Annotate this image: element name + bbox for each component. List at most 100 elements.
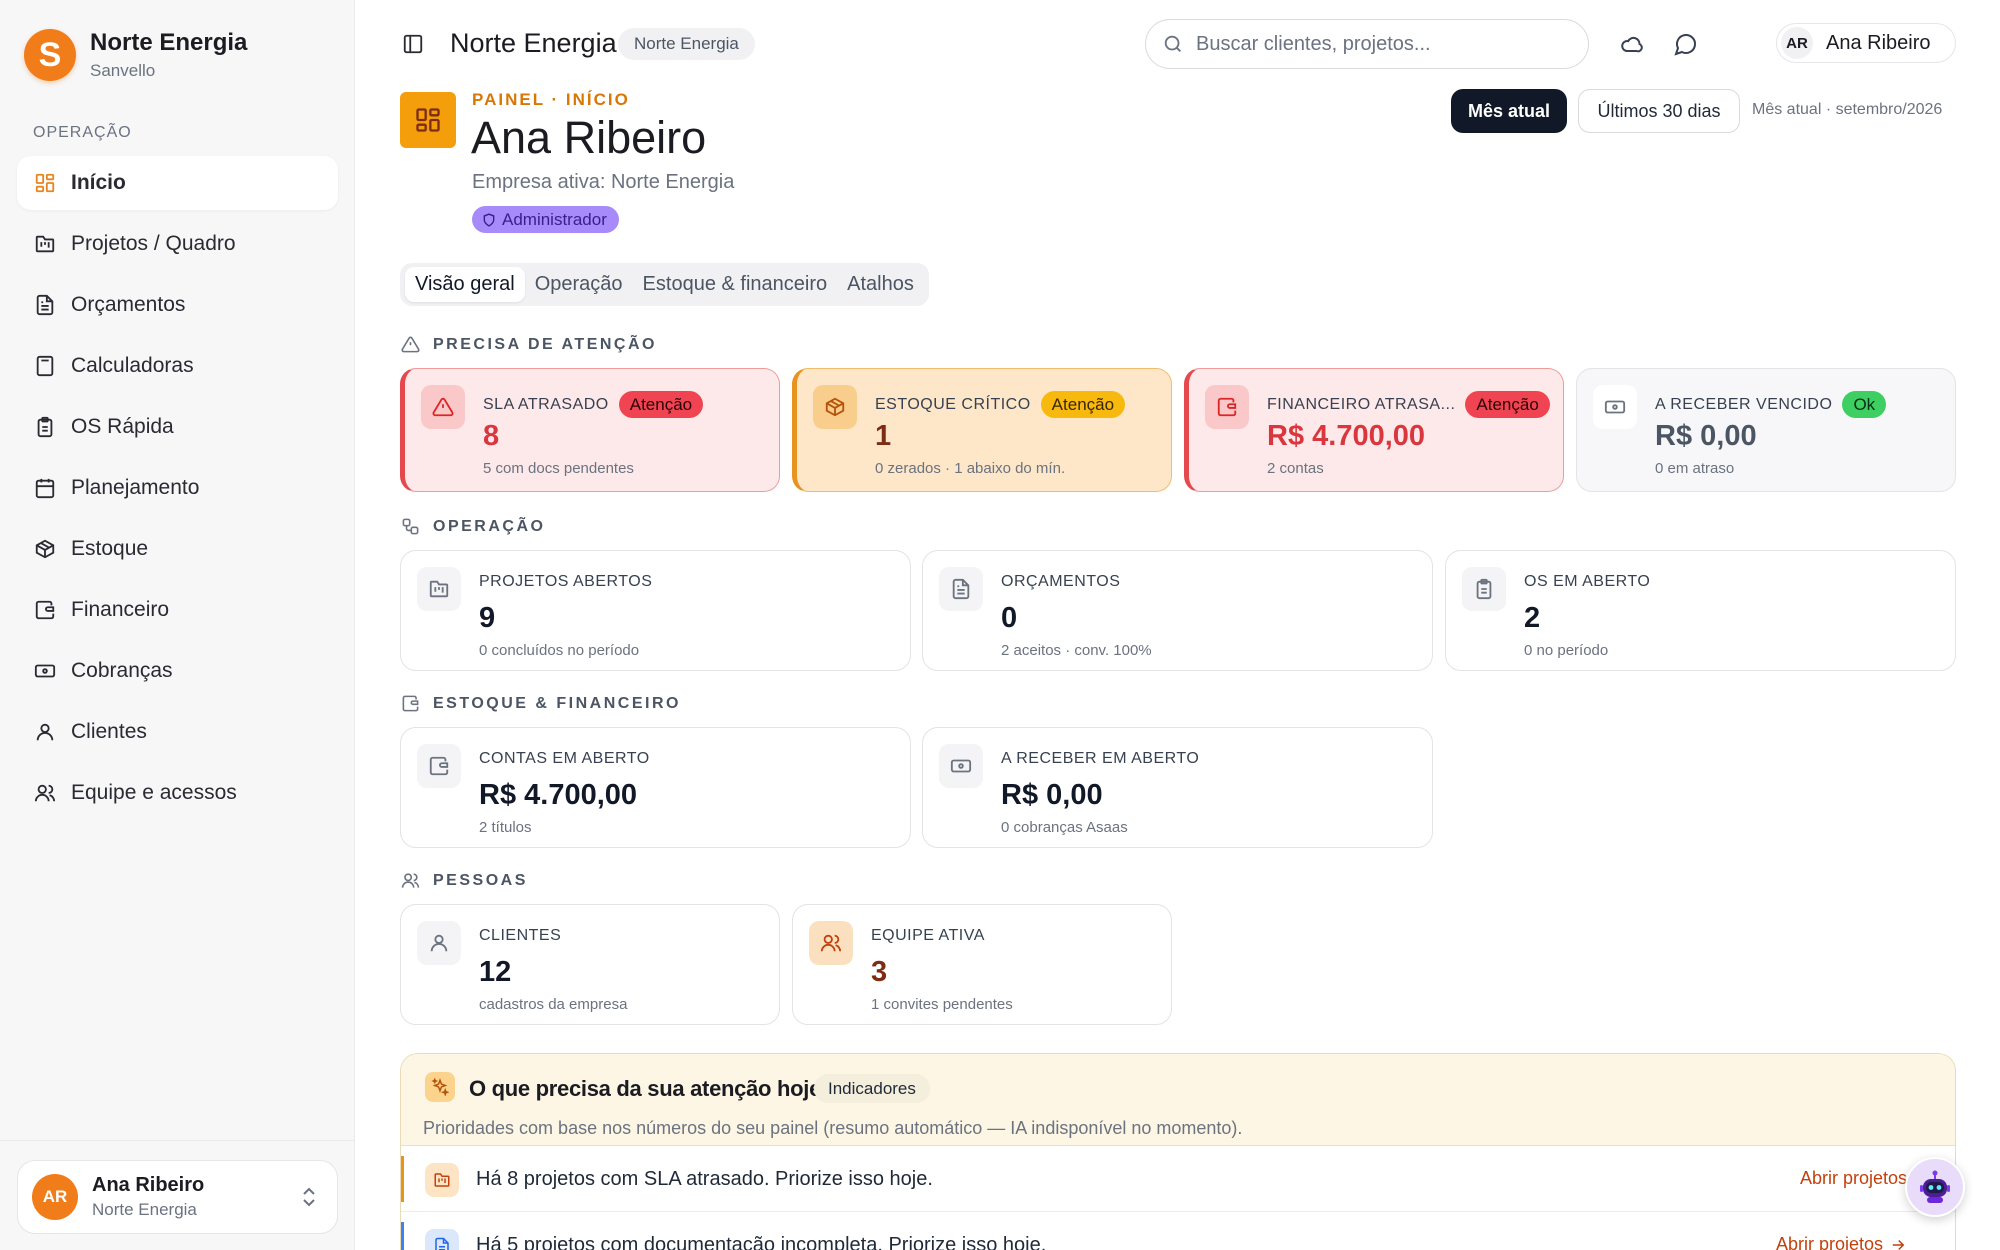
section-title-label: PESSOAS — [433, 871, 528, 889]
kpi-title: OS EM ABERTO — [1524, 573, 1651, 590]
kpi-card-equipe-ativa[interactable]: EQUIPE ATIVA 3 1 convites pendentes — [792, 904, 1172, 1025]
kpi-value: R$ 0,00 — [1655, 420, 1757, 452]
kpi-card-projetos-abertos[interactable]: PROJETOS ABERTOS 9 0 concluídos no perío… — [400, 550, 911, 671]
kpi-subtext: 2 aceitos · conv. 100% — [1001, 642, 1152, 659]
active-company-text: Empresa ativa: Norte Energia — [472, 171, 735, 193]
chat-icon[interactable] — [1674, 32, 1698, 56]
kpi-title: SLA ATRASADO Atenção — [483, 391, 704, 418]
kpi-title: CLIENTES — [479, 927, 562, 944]
kpi-title: A RECEBER VENCIDO Ok — [1655, 391, 1887, 418]
kpi-subtext: 5 com docs pendentes — [483, 460, 634, 477]
tab-estoque-financeiro[interactable]: Estoque & financeiro — [633, 267, 838, 302]
kpi-card-sla-atrasado[interactable]: SLA ATRASADO Atenção 8 5 com docs pendent… — [400, 368, 780, 492]
open-projects-link[interactable]: Abrir projetos — [1776, 1234, 1907, 1250]
sidebar-item-cobrancas[interactable]: Cobranças — [17, 644, 338, 698]
grid-icon — [35, 173, 55, 193]
kpi-value: 8 — [483, 420, 500, 452]
kpi-title-label: ESTOQUE CRÍTICO — [875, 395, 1031, 413]
warning-triangle-icon — [401, 336, 420, 353]
kpi-card-estoque-critico[interactable]: ESTOQUE CRÍTICO Atenção 1 0 zerados · 1 a… — [792, 368, 1172, 492]
sidebar-item-inicio[interactable]: Início — [17, 156, 338, 210]
sidebar-item-calculadoras[interactable]: Calculadoras — [17, 339, 338, 393]
sidebar-item-os-rapida[interactable]: OS Rápida — [17, 400, 338, 454]
sidebar-item-planejamento[interactable]: Planejamento — [17, 461, 338, 515]
folder-kanban-icon — [425, 1163, 459, 1197]
status-badge: Atenção — [1465, 391, 1550, 418]
kpi-value: 12 — [479, 956, 512, 988]
kpi-card-os-em-aberto[interactable]: OS EM ABERTO 2 0 no período — [1445, 550, 1956, 671]
wallet-icon — [417, 744, 461, 788]
kpi-card-contas-em-aberto[interactable]: CONTAS EM ABERTO R$ 4.700,00 2 títulos — [400, 727, 911, 848]
topbar-user-button[interactable]: AR Ana Ribeiro — [1776, 23, 1956, 63]
status-badge: Atenção — [1040, 391, 1126, 418]
period-last-30-days-button[interactable]: Últimos 30 dias — [1578, 89, 1740, 133]
topbar-title: Norte Energia — [450, 28, 617, 58]
user-menu-button[interactable]: AR Ana Ribeiro Norte Energia — [17, 1160, 338, 1234]
section-title-finance: ESTOQUE & FINANCEIRO — [401, 694, 681, 713]
clipboard-icon — [37, 416, 53, 438]
avatar: AR — [32, 1174, 78, 1220]
attention-item: Há 5 projetos com documentação incomplet… — [401, 1212, 1955, 1250]
tab-operacao[interactable]: Operação — [525, 267, 633, 302]
sidebar-item-label: Planejamento — [71, 476, 200, 499]
sidebar-item-projetos[interactable]: Projetos / Quadro — [17, 217, 338, 271]
kpi-card-clientes[interactable]: CLIENTES 12 cadastros da empresa — [400, 904, 780, 1025]
kpi-value: 1 — [875, 420, 892, 452]
banknote-icon — [939, 744, 983, 788]
breadcrumb: PAINEL · INÍCIO — [472, 90, 630, 109]
kpi-title: A RECEBER EM ABERTO — [1001, 750, 1200, 767]
sidebar-item-equipe[interactable]: Equipe e acessos — [17, 766, 338, 820]
kpi-value: 3 — [871, 956, 888, 988]
attention-panel: O que precisa da sua atenção hoje? Indic… — [400, 1053, 1956, 1250]
tab-visao-geral[interactable]: Visão geral — [405, 267, 525, 302]
sidebar-item-estoque[interactable]: Estoque — [17, 522, 338, 576]
dashboard-icon — [400, 92, 456, 148]
attention-panel-title: O que precisa da sua atenção hoje? — [469, 1076, 835, 1101]
kpi-card-a-receber-em-aberto[interactable]: A RECEBER EM ABERTO R$ 0,00 0 cobranças … — [922, 727, 1433, 848]
search-input[interactable] — [1196, 32, 1556, 56]
sidebar-item-label: Financeiro — [71, 598, 170, 621]
kpi-card-orcamentos[interactable]: ORÇAMENTOS 0 2 aceitos · conv. 100% — [922, 550, 1433, 671]
users-icon — [809, 921, 853, 965]
section-title-attention: PRECISA DE ATENÇÃO — [401, 335, 657, 354]
attention-item: Há 8 projetos com SLA atrasado. Priorize… — [401, 1146, 1955, 1212]
search-box[interactable] — [1145, 19, 1589, 69]
kpi-subtext: 2 títulos — [479, 819, 532, 836]
kpi-value: R$ 4.700,00 — [1267, 420, 1426, 452]
kpi-title: ESTOQUE CRÍTICO Atenção — [875, 391, 1126, 418]
warning-triangle-icon — [421, 385, 465, 429]
kpi-subtext: 0 concluídos no período — [479, 642, 640, 659]
company-chip: Norte Energia — [618, 28, 755, 60]
page-title: Ana Ribeiro — [471, 112, 707, 163]
kpi-subtext: 0 zerados · 1 abaixo do mín. — [875, 460, 1066, 477]
kpi-subtext: 0 em atraso — [1655, 460, 1735, 477]
folder-kanban-icon — [417, 567, 461, 611]
section-title-label: PRECISA DE ATENÇÃO — [433, 335, 657, 353]
open-projects-link[interactable]: Abrir projetos — [1800, 1168, 1907, 1189]
sidebar-section-label: OPERAÇÃO — [33, 124, 132, 141]
kpi-title-label: A RECEBER VENCIDO — [1655, 395, 1833, 413]
clipboard-icon — [1462, 567, 1506, 611]
sidebar-item-clientes[interactable]: Clientes — [17, 705, 338, 759]
dashboard-tabs: Visão geral Operação Estoque & financeir… — [400, 263, 929, 306]
banknote-icon — [1593, 385, 1637, 429]
sidebar-footer: AR Ana Ribeiro Norte Energia — [0, 1140, 355, 1250]
folder-kanban-icon — [35, 235, 55, 253]
tab-atalhos[interactable]: Atalhos — [837, 267, 924, 302]
kpi-title: ORÇAMENTOS — [1001, 573, 1121, 590]
attention-item-text: Há 8 projetos com SLA atrasado. Priorize… — [476, 1168, 933, 1190]
priority-bar — [401, 1156, 404, 1202]
period-current-month-button[interactable]: Mês atual — [1451, 89, 1567, 133]
topbar: Norte Energia Norte Energia 9+ AR Ana Ri… — [356, 0, 2000, 90]
assistant-bot-button[interactable] — [1905, 1157, 1965, 1217]
chevrons-up-down-icon — [303, 1187, 315, 1207]
sidebar-item-financeiro[interactable]: Financeiro — [17, 583, 338, 637]
sidebar-toggle-icon[interactable] — [402, 33, 424, 55]
sidebar-item-label: Início — [71, 171, 126, 194]
kpi-card-financeiro-atrasado[interactable]: FINANCEIRO ATRASA... Atenção R$ 4.700,00 … — [1184, 368, 1564, 492]
sidebar-item-orcamentos[interactable]: Orçamentos — [17, 278, 338, 332]
kpi-card-a-receber-vencido[interactable]: A RECEBER VENCIDO Ok R$ 0,00 0 em atraso — [1576, 368, 1956, 492]
brand[interactable]: S Norte Energia Sanvello — [24, 29, 247, 81]
kpi-subtext: 2 contas — [1267, 460, 1324, 477]
cloud-icon[interactable] — [1619, 32, 1643, 56]
